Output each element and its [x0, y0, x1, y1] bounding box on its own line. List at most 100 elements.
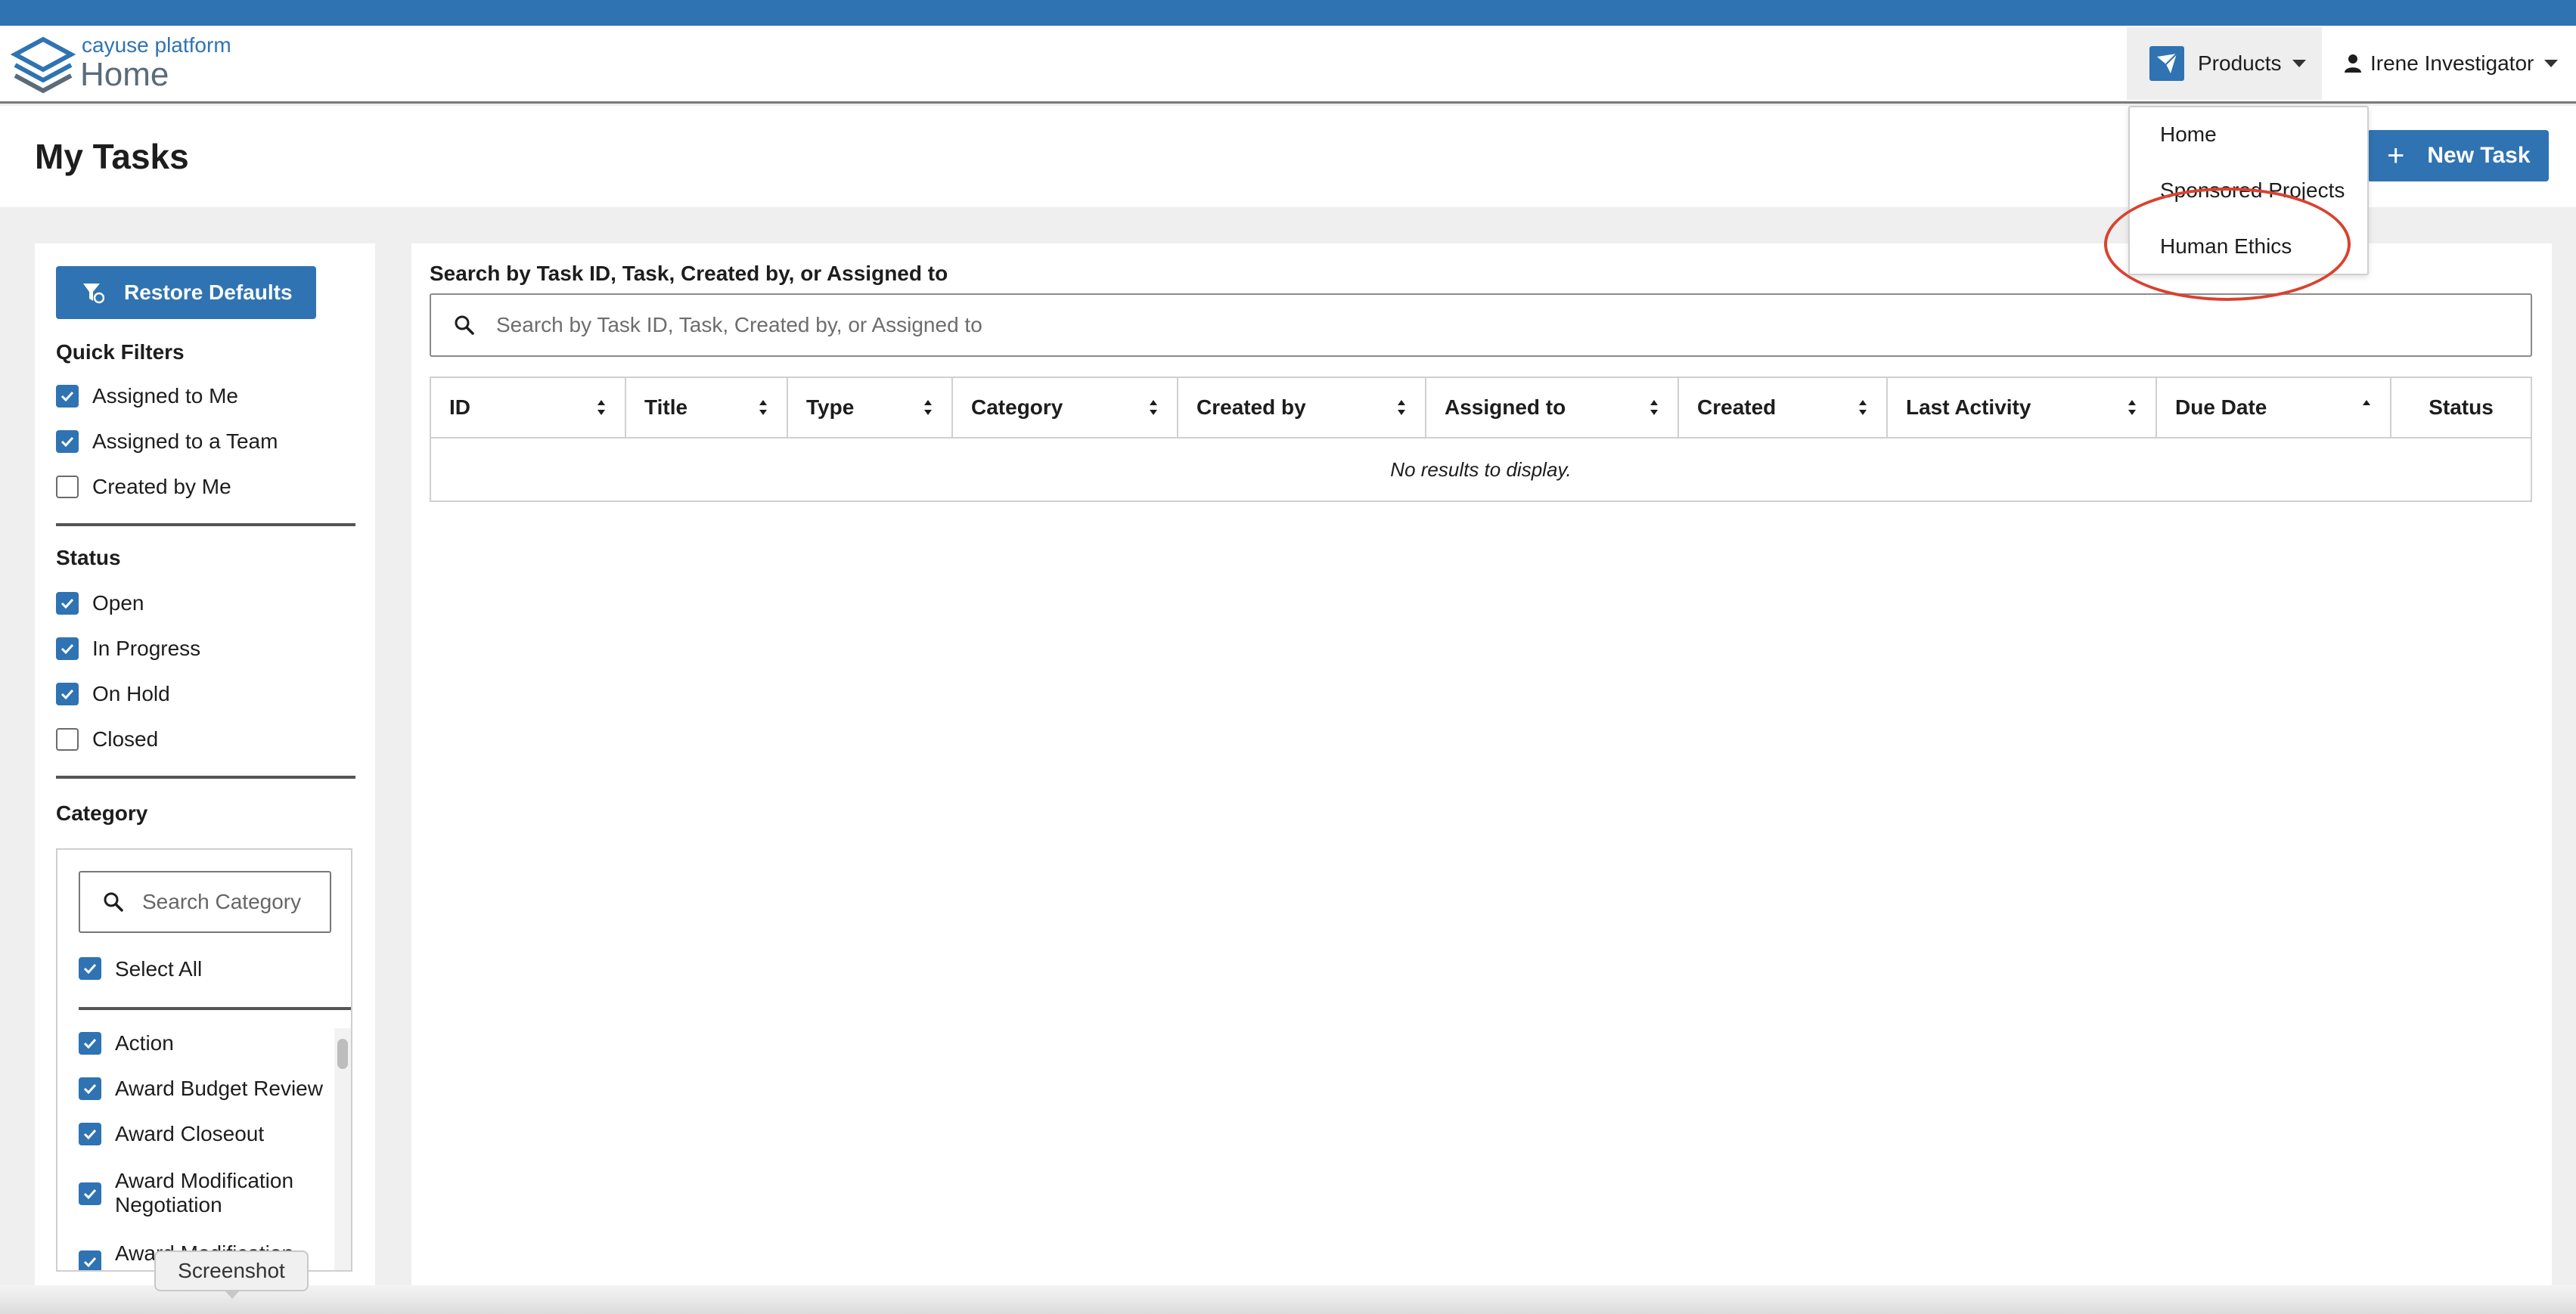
- checkbox-checked[interactable]: [79, 1182, 101, 1205]
- restore-defaults-button[interactable]: Restore Defaults: [56, 266, 316, 319]
- quick-filters-title: Quick Filters: [56, 340, 185, 364]
- page-title: My Tasks: [35, 137, 189, 176]
- checkmark-icon: [83, 1129, 97, 1139]
- sort-icon: [1650, 400, 1658, 415]
- section-divider: [56, 776, 355, 779]
- menu-item-home[interactable]: Home: [2160, 122, 2217, 147]
- checkmark-icon: [61, 643, 74, 654]
- column-header-status[interactable]: Status: [2391, 378, 2531, 437]
- sort-icon: [597, 400, 605, 415]
- filter-assigned-to-me[interactable]: Assigned to Me: [56, 384, 238, 408]
- category-search-input[interactable]: Search Category: [79, 871, 331, 933]
- column-header-created-by[interactable]: Created by: [1178, 378, 1426, 437]
- status-on-hold[interactable]: On Hold: [56, 682, 170, 706]
- status-label: Open: [92, 591, 144, 615]
- column-label: Type: [806, 395, 855, 419]
- new-task-label: New Task: [2427, 143, 2531, 168]
- category-label: Award Closeout: [115, 1122, 265, 1145]
- checkmark-icon: [83, 1257, 97, 1267]
- column-header-due-date[interactable]: Due Date: [2157, 378, 2391, 437]
- column-header-category[interactable]: Category: [953, 378, 1178, 437]
- sort-icon: [1150, 400, 1157, 415]
- category-select-all[interactable]: Select All: [79, 957, 202, 981]
- checkbox-checked[interactable]: [56, 637, 79, 660]
- category-divider: [79, 1007, 351, 1010]
- plus-icon: +: [2387, 139, 2405, 172]
- category-list-box: Search Category Select All Action Award …: [56, 848, 352, 1272]
- sort-ascending-icon: [2363, 400, 2370, 405]
- checkbox-checked[interactable]: [56, 592, 79, 615]
- search-icon: [104, 892, 123, 912]
- checkbox-checked[interactable]: [79, 1250, 101, 1270]
- column-header-type[interactable]: Type: [788, 378, 953, 437]
- task-search-label: Search by Task ID, Task, Created by, or …: [430, 262, 948, 285]
- category-item[interactable]: Award Modification Negotiation: [79, 1169, 298, 1217]
- brand-platform-name: cayuse platform: [82, 33, 231, 57]
- user-icon: [2345, 54, 2361, 73]
- column-label: Last Activity: [1906, 395, 2031, 419]
- filter-label: Created by Me: [92, 475, 231, 498]
- category-search-placeholder: Search Category: [142, 890, 302, 913]
- table-header-row: ID Title Type Category Created by Assign…: [431, 378, 2531, 439]
- status-open[interactable]: Open: [56, 591, 144, 615]
- sort-icon: [2128, 400, 2136, 415]
- category-label: Award Modification Negotiation: [115, 1169, 294, 1216]
- column-label: Created: [1697, 395, 1777, 419]
- status-in-progress[interactable]: In Progress: [56, 637, 200, 661]
- checkbox-checked[interactable]: [79, 1077, 101, 1100]
- column-header-last-activity[interactable]: Last Activity: [1888, 378, 2157, 437]
- checkmark-icon: [83, 1038, 97, 1049]
- column-header-assigned-to[interactable]: Assigned to: [1426, 378, 1679, 437]
- category-label: Award Budget Review: [115, 1077, 323, 1100]
- checkmark-icon: [83, 1188, 97, 1199]
- filter-label: Assigned to a Team: [92, 429, 278, 453]
- status-title: Status: [56, 546, 121, 569]
- filter-created-by-me[interactable]: Created by Me: [56, 475, 231, 499]
- checkbox-checked[interactable]: [56, 430, 79, 453]
- chevron-down-icon: [2544, 60, 2559, 67]
- checkbox-checked[interactable]: [79, 957, 101, 980]
- category-scrollbar[interactable]: [334, 1028, 351, 1270]
- filter-sidebar: Restore Defaults Quick Filters Assigned …: [35, 243, 375, 1297]
- checkmark-icon: [61, 436, 74, 447]
- sort-icon: [1859, 400, 1867, 415]
- checkbox-unchecked[interactable]: [56, 728, 79, 751]
- status-label: In Progress: [92, 637, 201, 660]
- column-label: Assigned to: [1445, 395, 1566, 419]
- top-color-strip: [0, 0, 2576, 26]
- checkbox-unchecked[interactable]: [56, 476, 79, 498]
- column-header-id[interactable]: ID: [431, 378, 626, 437]
- checkmark-icon: [61, 598, 74, 609]
- tasks-panel: Search by Task ID, Task, Created by, or …: [411, 243, 2552, 1297]
- checkmark-icon: [83, 963, 97, 974]
- products-menu-button[interactable]: Products: [2127, 27, 2322, 100]
- scrollbar-thumb[interactable]: [337, 1039, 348, 1069]
- checkbox-checked[interactable]: [56, 683, 79, 705]
- brand-app-name: Home: [80, 56, 169, 93]
- checkbox-checked[interactable]: [79, 1032, 101, 1055]
- new-task-button[interactable]: + New Task: [2367, 130, 2549, 181]
- tasks-table: ID Title Type Category Created by Assign…: [430, 377, 2532, 502]
- category-title: Category: [56, 801, 148, 825]
- app-header: cayuse platform Home Products Irene Inve…: [0, 26, 2576, 104]
- status-closed[interactable]: Closed: [56, 727, 158, 752]
- column-header-created[interactable]: Created: [1679, 378, 1888, 437]
- screenshot-tooltip: Screenshot: [154, 1250, 309, 1299]
- column-label: Due Date: [2175, 395, 2267, 419]
- sort-icon: [759, 400, 767, 415]
- filter-assigned-to-team[interactable]: Assigned to a Team: [56, 429, 278, 454]
- column-header-title[interactable]: Title: [626, 378, 788, 437]
- cayuse-logo-icon[interactable]: [9, 36, 77, 94]
- category-item[interactable]: Award Budget Review: [79, 1077, 323, 1101]
- category-item[interactable]: Award Closeout: [79, 1122, 264, 1146]
- category-item[interactable]: Action: [79, 1031, 174, 1055]
- checkbox-checked[interactable]: [56, 385, 79, 408]
- column-label: Status: [2429, 395, 2494, 419]
- checkmark-icon: [61, 689, 74, 699]
- task-search-input[interactable]: Search by Task ID, Task, Created by, or …: [430, 293, 2532, 357]
- user-menu-button[interactable]: Irene Investigator: [2345, 27, 2576, 100]
- column-label: Title: [644, 395, 688, 419]
- column-label: Category: [971, 395, 1063, 419]
- checkbox-checked[interactable]: [79, 1123, 101, 1145]
- category-label: Action: [115, 1031, 174, 1055]
